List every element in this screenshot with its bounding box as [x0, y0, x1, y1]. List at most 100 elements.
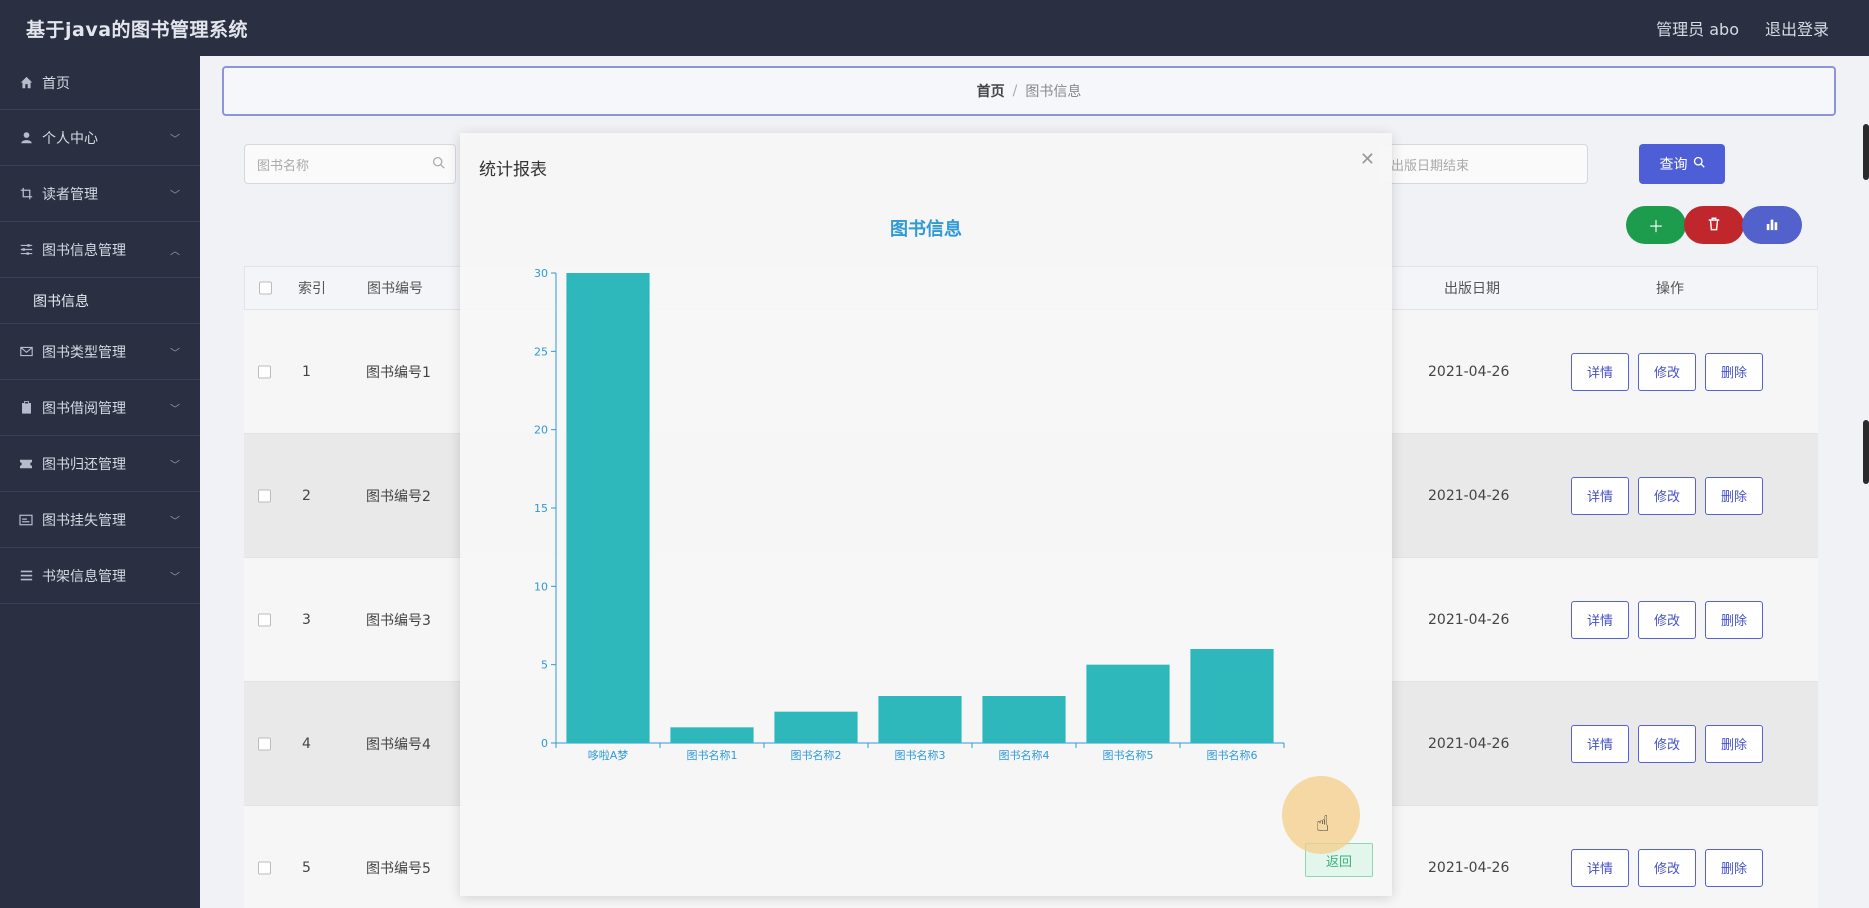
row-checkbox[interactable] [258, 489, 271, 502]
sidebar-item-profile[interactable]: 个人中心 ﹀ [0, 110, 200, 166]
row-checkbox[interactable] [258, 737, 271, 750]
edit-button[interactable]: 修改 [1638, 848, 1696, 887]
breadcrumb-current: 图书信息 [1025, 84, 1082, 100]
table-actions: ＋ [1626, 206, 1802, 244]
bar-chart-icon [1765, 216, 1779, 235]
home-icon [18, 75, 34, 91]
row-index: 1 [302, 363, 311, 380]
sidebar-item-borrowing[interactable]: 图书借阅管理 ﹀ [0, 380, 200, 436]
header-book-no: 图书编号 [367, 281, 423, 297]
delete-button[interactable]: 删除 [1705, 352, 1763, 391]
detail-button[interactable]: 详情 [1571, 724, 1629, 763]
trash-icon [1707, 216, 1721, 235]
delete-button[interactable]: 删除 [1705, 476, 1763, 515]
row-pub-date: 2021-04-26 [1428, 363, 1510, 380]
chevron-down-icon: ﹀ [170, 572, 180, 583]
x-tick-label: 图书名称3 [895, 748, 946, 762]
row-checkbox[interactable] [258, 861, 271, 874]
query-button[interactable]: 查询 [1639, 144, 1725, 184]
chevron-down-icon: ﹀ [170, 348, 180, 359]
sidebar-item-book-info[interactable]: 图书信息管理 ︿ [0, 222, 200, 278]
y-tick-label: 5 [541, 659, 548, 672]
edit-button[interactable]: 修改 [1638, 600, 1696, 639]
ticket-icon [18, 456, 34, 472]
clipboard-icon [18, 400, 34, 416]
sidebar-item-readers[interactable]: 读者管理 ﹀ [0, 166, 200, 222]
statistics-button[interactable] [1742, 206, 1802, 244]
sidebar-item-label: 图书挂失管理 [42, 512, 126, 529]
statistics-dialog: 统计报表 ✕ 图书信息 0 5 10 15 20 25 30 哆啦A梦 图书名称1 图书名称2 图书… [460, 133, 1392, 896]
breadcrumb-home[interactable]: 首页 [977, 81, 1005, 101]
breadcrumb-separator: / [1012, 83, 1018, 99]
sidebar-item-shelves[interactable]: 书架信息管理 ﹀ [0, 548, 200, 604]
crop-icon [18, 186, 34, 202]
chevron-down-icon: ﹀ [170, 460, 180, 471]
batch-delete-button[interactable] [1684, 206, 1744, 244]
x-tick-label: 图书名称2 [791, 748, 842, 762]
row-book-no: 图书编号4 [366, 736, 431, 753]
edit-button[interactable]: 修改 [1638, 352, 1696, 391]
delete-button[interactable]: 删除 [1705, 724, 1763, 763]
admin-label: 管理员 abo [1656, 20, 1739, 39]
hand-cursor-icon: ☝ [1316, 812, 1330, 837]
row-book-no: 图书编号1 [366, 364, 431, 381]
header-ops: 操作 [1656, 281, 1684, 297]
sidebar-item-label: 图书信息管理 [42, 242, 126, 259]
row-book-no: 图书编号5 [366, 860, 431, 877]
header-index: 索引 [298, 281, 326, 297]
row-pub-date: 2021-04-26 [1428, 611, 1510, 628]
detail-button[interactable]: 详情 [1571, 600, 1629, 639]
row-pub-date: 2021-04-26 [1428, 735, 1510, 752]
edit-button[interactable]: 修改 [1638, 724, 1696, 763]
sidebar-item-label: 书架信息管理 [42, 568, 126, 585]
edit-button[interactable]: 修改 [1638, 476, 1696, 515]
x-tick-label: 图书名称1 [687, 748, 738, 762]
sidebar-item-book-types[interactable]: 图书类型管理 ﹀ [0, 324, 200, 380]
book-name-placeholder: 图书名称 [257, 158, 310, 174]
sidebar-item-label: 首页 [42, 75, 70, 92]
envelope-icon [18, 344, 34, 360]
sidebar-subitem-book-info[interactable]: 图书信息 [0, 278, 200, 324]
sidebar-item-label: 图书归还管理 [42, 456, 126, 473]
breadcrumb: 首页 / 图书信息 [222, 66, 1836, 116]
delete-button[interactable]: 删除 [1705, 600, 1763, 639]
book-name-input[interactable]: 图书名称 [244, 144, 456, 184]
detail-button[interactable]: 详情 [1571, 476, 1629, 515]
sidebar-item-home[interactable]: 首页 [0, 56, 200, 110]
detail-button[interactable]: 详情 [1571, 848, 1629, 887]
header-pub-date: 出版日期 [1444, 281, 1500, 297]
chart-bar [1086, 664, 1170, 743]
top-header: 基于java的图书管理系统 管理员 abo 退出登录 [0, 0, 1869, 56]
x-tick-label: 图书名称6 [1207, 748, 1258, 762]
scrollbar-thumb[interactable] [1863, 420, 1869, 484]
sidebar-item-label: 图书借阅管理 [42, 400, 126, 417]
chart-bar [878, 696, 962, 743]
x-tick-label: 图书名称4 [999, 748, 1050, 762]
detail-button[interactable]: 详情 [1571, 352, 1629, 391]
row-checkbox[interactable] [258, 365, 271, 378]
chevron-down-icon: ﹀ [170, 190, 180, 201]
sidebar-item-lost[interactable]: 图书挂失管理 ﹀ [0, 492, 200, 548]
pub-date-end-input[interactable]: 出版日期结束 [1378, 144, 1588, 184]
chart-bar [1190, 649, 1274, 743]
y-tick-label: 15 [534, 502, 548, 515]
row-book-no: 图书编号2 [366, 488, 431, 505]
x-tick-label: 哆啦A梦 [588, 748, 629, 762]
chevron-up-icon: ︿ [170, 246, 180, 257]
add-button[interactable]: ＋ [1626, 206, 1686, 244]
y-tick-label: 10 [534, 580, 548, 593]
row-pub-date: 2021-04-26 [1428, 487, 1510, 504]
logout-link[interactable]: 退出登录 [1765, 16, 1829, 40]
row-index: 4 [302, 735, 311, 752]
pub-date-end-placeholder: 出版日期结束 [1391, 158, 1470, 174]
row-checkbox[interactable] [258, 613, 271, 626]
chart-bar [982, 696, 1066, 743]
row-book-no: 图书编号3 [366, 612, 431, 629]
row-pub-date: 2021-04-26 [1428, 859, 1510, 876]
row-index: 5 [302, 859, 311, 876]
chart-bar [566, 273, 650, 743]
y-tick-label: 25 [534, 345, 548, 358]
delete-button[interactable]: 删除 [1705, 848, 1763, 887]
select-all-checkbox[interactable] [259, 281, 272, 295]
sidebar-item-returns[interactable]: 图书归还管理 ﹀ [0, 436, 200, 492]
